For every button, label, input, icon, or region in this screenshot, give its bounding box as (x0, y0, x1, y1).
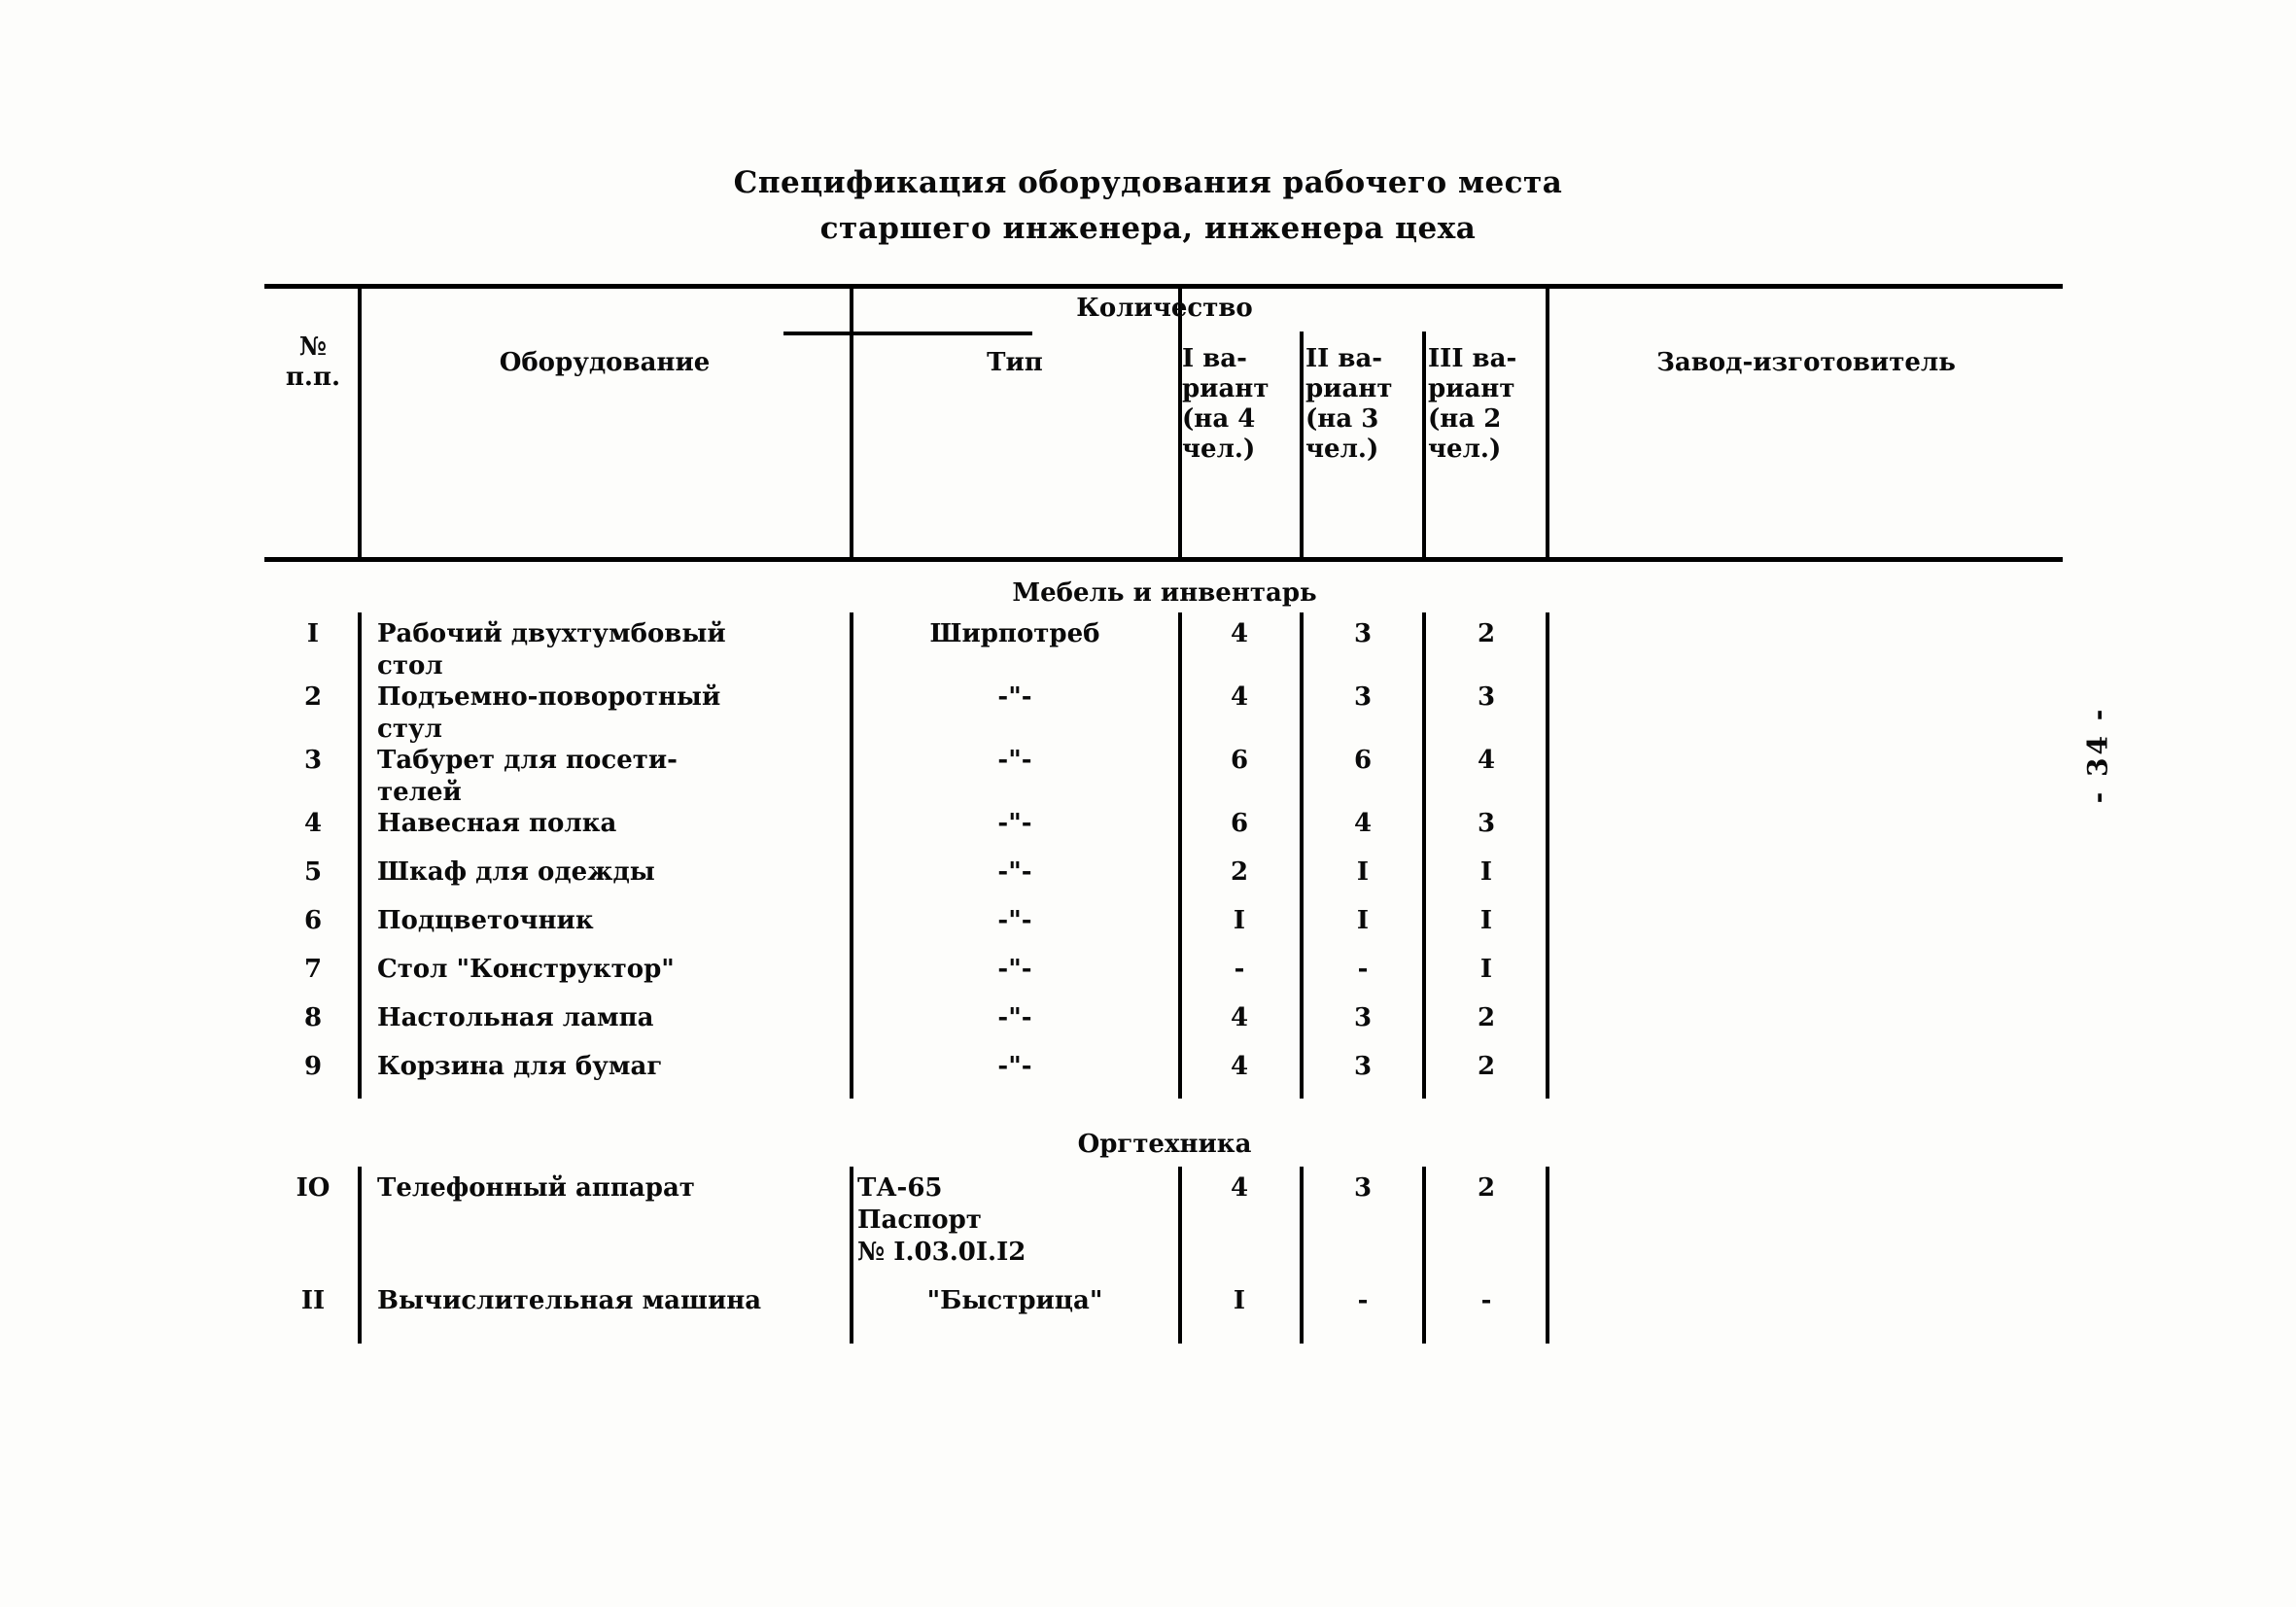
page-number: - 34 - (2081, 706, 2114, 804)
table-row-no: 4 (303, 809, 323, 838)
table-row-no: 2 (303, 682, 323, 712)
title-line-2: старшего инженера, инженера цеха (819, 211, 1477, 246)
table-row-variant-1: - (1234, 955, 1245, 984)
table-row-no: 9 (303, 1052, 323, 1081)
col-divider-var3-body-1 (1546, 612, 1549, 1099)
table-row-equipment: Стол "Конструктор" (377, 955, 675, 984)
table-top-border (264, 284, 2063, 289)
header-variant-3: III ва- риант (на 2 чел.) (1428, 344, 1517, 464)
title-line-1: Спецификация оборудования рабочего места (733, 165, 1563, 200)
col-divider-var1-body-1 (1300, 612, 1304, 1099)
table-row-variant-3: I (1479, 906, 1493, 935)
table-row-variant-3: I (1479, 955, 1493, 984)
table-row-variant-1: 6 (1230, 809, 1249, 838)
table-row-variant-2: 4 (1353, 809, 1373, 838)
col-divider-no-body-2 (358, 1167, 362, 1344)
table-row-type: -"- (997, 746, 1032, 775)
section-label-furniture: Мебель и инвентарь (1012, 578, 1317, 608)
table-row-type: -"- (997, 1052, 1032, 1081)
table-row-variant-2: 3 (1353, 1052, 1373, 1081)
table-row-type: "Быстрица" (926, 1286, 1103, 1315)
table-row-no: 5 (303, 857, 323, 887)
col-divider-var3-hdr (1546, 284, 1549, 557)
col-divider-var2-hdr (1422, 332, 1426, 557)
table-row-variant-2: 3 (1353, 1173, 1373, 1203)
table-row-type: -"- (997, 857, 1032, 887)
table-row-type: -"- (997, 955, 1032, 984)
header-quantity: Количество (1076, 294, 1253, 323)
table-row-no: 8 (303, 1003, 323, 1032)
table-row-variant-3: 2 (1477, 1173, 1496, 1203)
table-row-variant-1: I (1233, 906, 1246, 935)
table-row-type: Ширпотреб (929, 619, 1100, 648)
col-divider-no-hdr (358, 284, 362, 557)
table-row-equipment: Навесная полка (377, 809, 617, 838)
table-row-variant-1: 4 (1230, 619, 1249, 648)
table-row-variant-2: 3 (1353, 1003, 1373, 1032)
page-title: Спецификация оборудования рабочего места… (0, 160, 2296, 252)
table-row-type: ТА-65 Паспорт № I.03.0I.I2 (857, 1173, 1026, 1267)
table-row-variant-3: 2 (1477, 1052, 1496, 1081)
col-divider-var3-body-2 (1546, 1167, 1549, 1344)
header-no: № п.п. (285, 332, 341, 392)
table-row-variant-1: 4 (1230, 1003, 1249, 1032)
header-variant-1: I ва- риант (на 4 чел.) (1182, 344, 1270, 464)
table-row-variant-3: 3 (1477, 682, 1496, 712)
table-row-no: I (306, 619, 320, 648)
table-row-variant-1: I (1233, 1286, 1246, 1315)
table-row-variant-1: 2 (1230, 857, 1249, 887)
table-row-variant-2: 6 (1353, 746, 1373, 775)
specification-table: № п.п. Оборудование Тип Количество I ва-… (264, 284, 2063, 1344)
table-row-equipment: Вычислительная машина (377, 1286, 762, 1315)
table-row-no: 7 (303, 955, 323, 984)
table-row-equipment: Шкаф для одежды (377, 857, 655, 887)
table-row-no: 3 (303, 746, 323, 775)
header-manufacturer: Завод-изготовитель (1656, 348, 1956, 377)
table-row-variant-1: 4 (1230, 1173, 1249, 1203)
col-divider-no-body-1 (358, 612, 362, 1099)
col-divider-var2-body-2 (1422, 1167, 1426, 1344)
table-row-equipment: Подъемно-поворотный стул (377, 682, 721, 744)
table-row-variant-2: 3 (1353, 619, 1373, 648)
section-label-office-equipment: Оргтехника (1077, 1130, 1252, 1159)
table-row-equipment: Корзина для бумаг (377, 1052, 663, 1081)
table-header-bottom (264, 557, 2063, 562)
table-row-variant-2: 3 (1353, 682, 1373, 712)
table-row-variant-2: - (1357, 1286, 1369, 1315)
table-row-type: -"- (997, 809, 1032, 838)
table-row-variant-1: 6 (1230, 746, 1249, 775)
table-row-variant-2: I (1356, 857, 1370, 887)
table-row-no: 6 (303, 906, 323, 935)
table-row-equipment: Рабочий двухтумбовый стол (377, 619, 726, 681)
quantity-group-rule (783, 332, 1032, 335)
document-page: Спецификация оборудования рабочего места… (0, 0, 2296, 1607)
table-row-variant-2: I (1356, 906, 1370, 935)
table-row-variant-1: 4 (1230, 1052, 1249, 1081)
table-row-type: -"- (997, 906, 1032, 935)
table-row-variant-1: 4 (1230, 682, 1249, 712)
header-variant-2: II ва- риант (на 3 чел.) (1305, 344, 1393, 464)
header-type: Тип (987, 348, 1043, 377)
table-row-variant-2: - (1357, 955, 1369, 984)
col-divider-var2-body-1 (1422, 612, 1426, 1099)
table-row-equipment: Табурет для посети- телей (377, 746, 678, 807)
table-row-variant-3: 2 (1477, 1003, 1496, 1032)
table-row-no: IO (296, 1173, 330, 1203)
table-row-no: II (300, 1286, 326, 1315)
table-row-equipment: Подцветочник (377, 906, 594, 935)
table-row-variant-3: 3 (1477, 809, 1496, 838)
col-divider-equip-body-1 (850, 612, 853, 1099)
table-row-type: -"- (997, 682, 1032, 712)
table-row-type: -"- (997, 1003, 1032, 1032)
col-divider-var1-hdr (1300, 332, 1304, 557)
table-row-variant-3: 4 (1477, 746, 1496, 775)
header-equipment: Оборудование (499, 348, 711, 377)
col-divider-var1-body-2 (1300, 1167, 1304, 1344)
table-row-variant-3: I (1479, 857, 1493, 887)
table-row-variant-3: 2 (1477, 619, 1496, 648)
table-row-variant-3: - (1480, 1286, 1492, 1315)
table-row-equipment: Телефонный аппарат (377, 1173, 695, 1203)
col-divider-equip-hdr (850, 284, 853, 557)
table-row-equipment: Настольная лампа (377, 1003, 654, 1032)
